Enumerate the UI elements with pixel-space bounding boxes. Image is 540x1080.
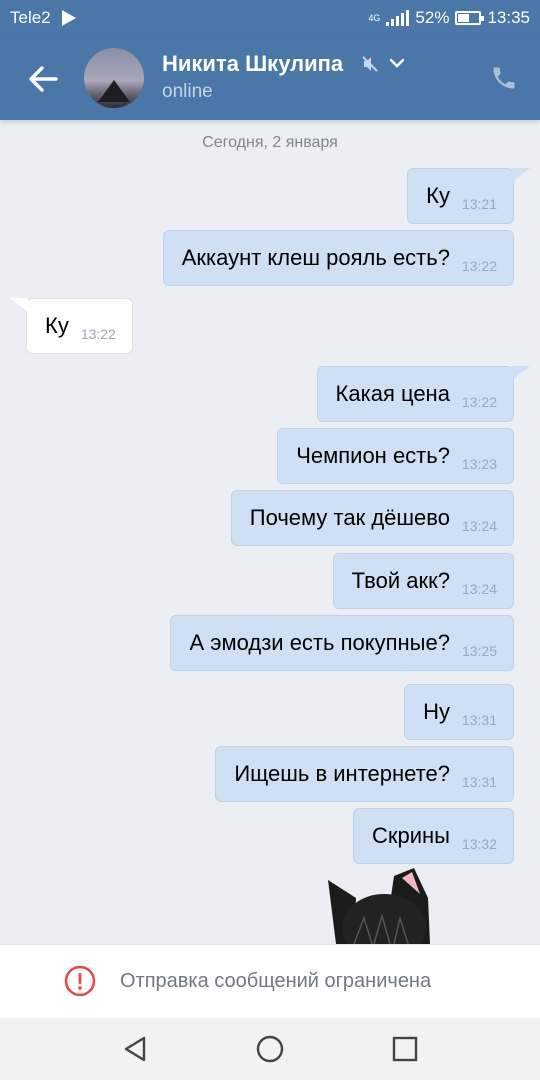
message-text: А эмодзи есть покупные? [189,630,450,655]
outgoing-message[interactable]: Ищешь в интернете? 13:31 [215,746,514,802]
message-time: 13:24 [461,581,497,597]
message-time: 13:24 [461,518,497,534]
message-text: Какая цена [335,381,450,406]
outgoing-message[interactable]: Какая цена 13:22 [316,366,514,422]
message-text: Ку [45,313,69,338]
back-arrow-icon[interactable] [26,62,60,96]
message-text: Почему так дёшево [249,505,450,530]
outgoing-message[interactable]: Твой акк? 13:24 [332,553,514,609]
message-text: Твой акк? [351,568,450,593]
outgoing-message[interactable]: Почему так дёшево 13:24 [230,490,514,546]
message-time: 13:31 [461,712,497,728]
network-type: 4G [368,12,381,23]
clock: 13:35 [487,8,530,27]
chevron-down-icon[interactable] [388,56,406,70]
chat-header: Никита Шкулипа online [0,36,540,120]
avatar[interactable] [84,48,144,108]
message-time: 13:21 [461,196,497,212]
message-text: Ищешь в интернете? [234,761,450,786]
incoming-message[interactable]: Ку 13:22 [26,298,133,354]
message-time: 13:22 [461,394,497,410]
outgoing-message[interactable]: Аккаунт клеш рояль есть? 13:22 [162,230,514,286]
carrier-name: Tele2 [10,8,51,27]
signal-icon [386,10,410,26]
battery-icon [455,11,485,25]
bubble-tail [512,168,530,182]
warning-icon [64,965,96,997]
message-text: Аккаунт клеш рояль есть? [181,245,450,270]
cat-girl-sticker[interactable] [324,868,434,944]
bubble-tail [10,298,28,312]
restricted-message: Отправка сообщений ограничена [120,970,432,992]
message-text: Скрины [371,823,450,848]
restricted-banner: Отправка сообщений ограничена [0,944,540,1019]
message-time: 13:25 [461,643,497,659]
message-time: 13:23 [461,456,497,472]
outgoing-message[interactable]: Ну 13:31 [404,684,514,740]
online-status: online [162,81,213,102]
system-navigation-bar [0,1018,540,1080]
message-time: 13:32 [461,836,497,852]
battery-percent: 52% [415,8,450,27]
outgoing-message[interactable]: Скрины 13:32 [352,808,514,864]
bubble-tail [512,366,530,380]
outgoing-message[interactable]: Ку 13:21 [407,168,514,224]
date-separator: Сегодня, 2 января [202,134,338,151]
contact-name[interactable]: Никита Шкулипа [162,51,343,77]
status-bar: Tele2 4G 52% 13:35 [0,0,540,36]
mute-icon [362,56,378,72]
message-text: Ну [423,699,450,724]
message-text: Ку [426,183,450,208]
outgoing-message[interactable]: Чемпион есть? 13:23 [277,428,514,484]
message-time: 13:31 [461,774,497,790]
nav-recents-icon[interactable] [390,1034,420,1064]
message-time: 13:22 [461,258,497,274]
nav-back-icon[interactable] [120,1034,150,1064]
nav-home-icon[interactable] [255,1034,285,1064]
message-text: Чемпион есть? [296,443,450,468]
play-icon [62,10,76,26]
outgoing-message[interactable]: А эмодзи есть покупные? 13:25 [170,615,514,671]
message-time: 13:22 [80,326,116,342]
phone-icon[interactable] [490,64,518,92]
